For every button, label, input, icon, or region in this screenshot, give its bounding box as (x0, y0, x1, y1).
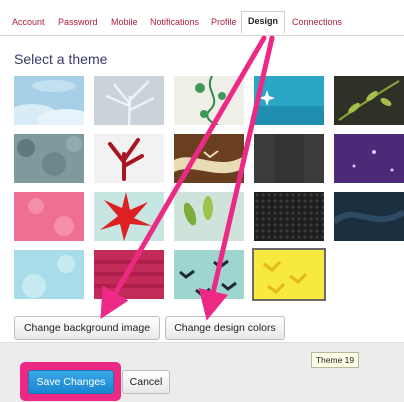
theme-sky-clouds[interactable] (14, 76, 84, 125)
theme-magenta-pattern[interactable] (94, 250, 164, 299)
theme-blue-sparkle[interactable] (254, 76, 324, 125)
theme-brown-birds[interactable] (174, 134, 244, 183)
settings-tab-bar: Account Password Mobile Notifications Pr… (0, 8, 404, 36)
theme-dark-gray[interactable] (254, 134, 324, 183)
select-theme-heading: Select a theme (14, 51, 108, 67)
tab-mobile[interactable]: Mobile (111, 17, 138, 27)
tab-notifications[interactable]: Notifications (150, 17, 199, 27)
theme-purple-stars[interactable] (334, 134, 404, 183)
theme-tooltip: Theme 19 (311, 352, 359, 368)
theme-red-leaf[interactable] (94, 134, 164, 183)
theme-dark-leaves[interactable] (334, 76, 404, 125)
change-background-image-button[interactable]: Change background image (14, 316, 160, 340)
tab-profile[interactable]: Profile (211, 17, 237, 27)
theme-green-leaves[interactable] (174, 192, 244, 241)
tab-design[interactable]: Design (241, 11, 286, 34)
tab-password[interactable]: Password (58, 17, 98, 27)
theme-black-honeycomb[interactable] (254, 192, 324, 241)
tab-connections[interactable]: Connections (292, 17, 342, 27)
theme-gray-foliage[interactable] (14, 134, 84, 183)
theme-pink-flowers[interactable] (14, 192, 84, 241)
theme-yellow-birds[interactable] (252, 248, 326, 301)
cancel-button[interactable]: Cancel (122, 370, 170, 394)
theme-navy-waves[interactable] (334, 192, 404, 241)
theme-green-vines[interactable] (174, 76, 244, 125)
save-changes-button[interactable]: Save Changes (28, 370, 114, 394)
theme-gray-tree[interactable] (94, 76, 164, 125)
theme-red-flowers[interactable] (94, 192, 164, 241)
theme-light-blue-bubbles[interactable] (14, 250, 84, 299)
tab-account[interactable]: Account (12, 17, 45, 27)
theme-teal-birds[interactable] (174, 250, 244, 299)
change-design-colors-button[interactable]: Change design colors (165, 316, 285, 340)
